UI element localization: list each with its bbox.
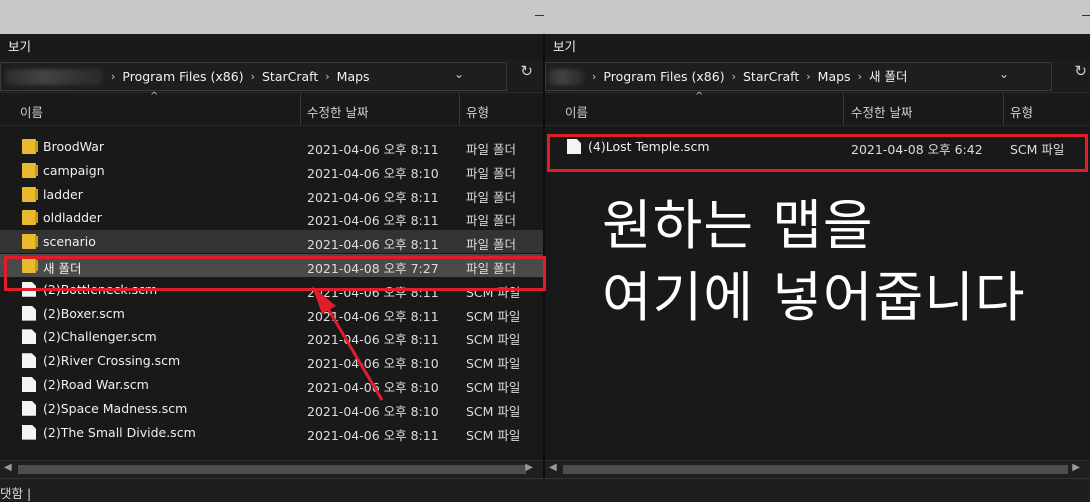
arrow-head [312, 286, 336, 314]
arrow-shaft [322, 301, 384, 401]
annotation-arrow [312, 286, 384, 401]
